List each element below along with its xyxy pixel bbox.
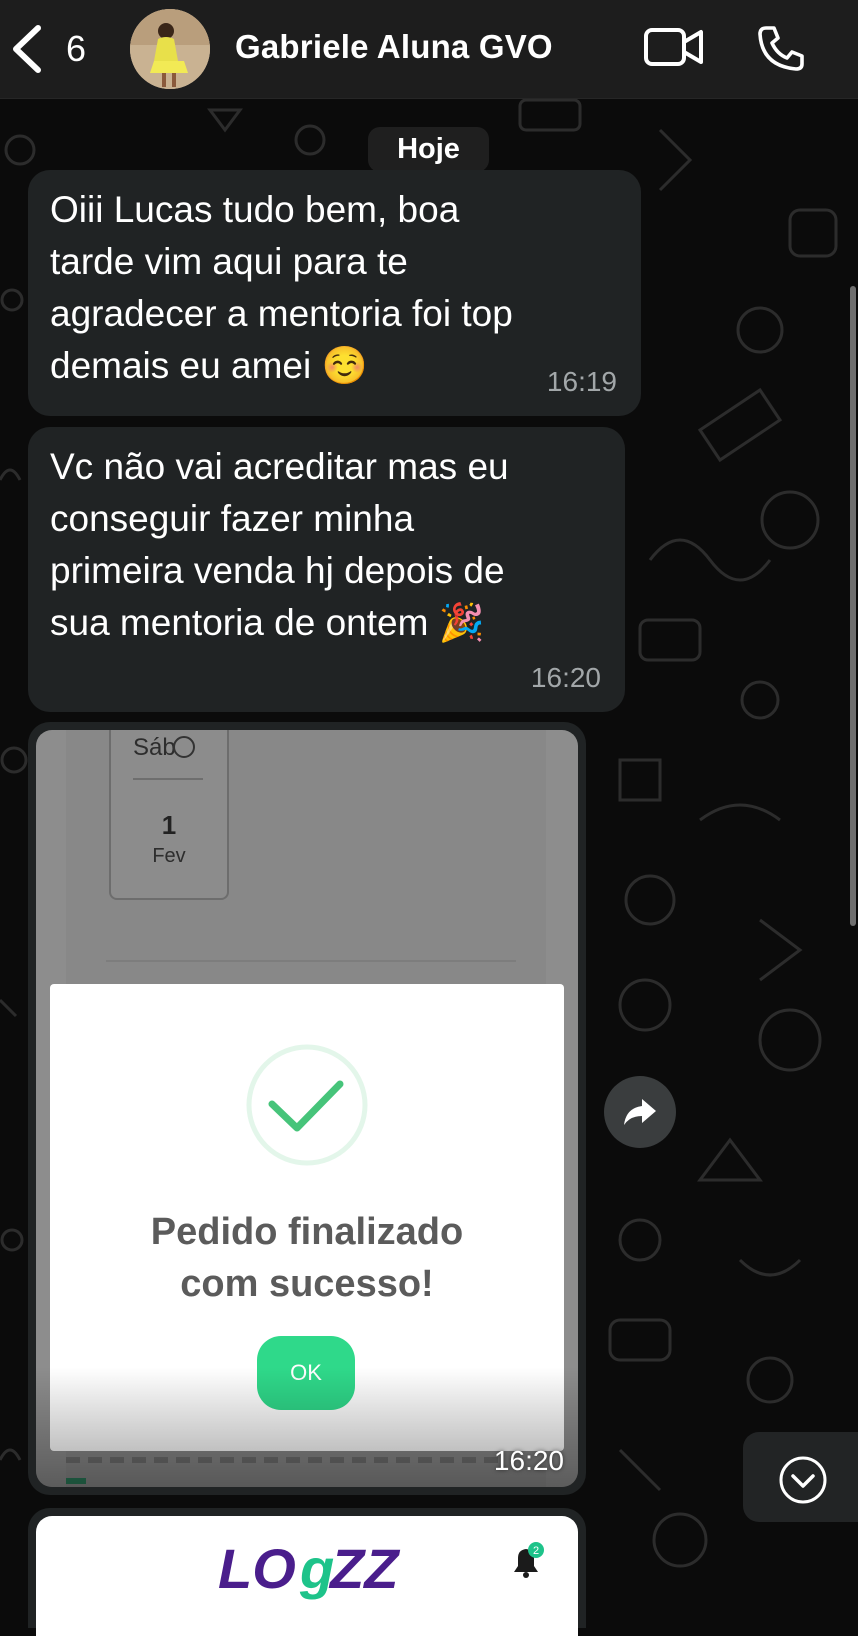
message-time: 16:20 [530,662,601,693]
image-attachment[interactable]: LO g ZZ 2 [36,1516,578,1636]
chevron-left-icon [13,25,41,73]
radio-icon [173,736,195,758]
message-time: 16:19 [546,366,617,397]
modal-title: Pedido finalizado com sucesso! [150,1211,464,1305]
message-time: 16:20 [493,1445,564,1476]
image-message[interactable]: Sáb 1 Fev Pedido finalizado com sucesso!… [28,722,586,1495]
message-text: Oiii Lucas tudo bem, boa tarde vim aqui … [50,189,513,386]
svg-text:ZZ: ZZ [328,1537,400,1600]
avatar[interactable] [130,9,210,89]
back-button[interactable]: 6 [10,22,120,76]
unread-count: 6 [66,28,87,69]
message-bubble[interactable]: Vc não vai acreditar mas eu conseguir fa… [28,427,625,712]
bell-icon: 2 [514,1542,544,1578]
svg-text:g: g [299,1537,334,1600]
chevron-down-icon [779,1456,827,1504]
forward-icon [624,1099,656,1125]
video-call-icon[interactable] [643,24,705,72]
message-bubble[interactable]: Oiii Lucas tudo bem, boa tarde vim aqui … [28,170,641,416]
day-card: Sáb 1 Fev [109,730,229,900]
forward-button[interactable] [604,1076,676,1148]
date-chip: Hoje [368,127,489,172]
svg-text:2: 2 [533,1545,539,1557]
contact-name[interactable]: Gabriele Aluna GVO [235,28,553,66]
image-attachment[interactable]: Sáb 1 Fev Pedido finalizado com sucesso!… [36,730,578,1487]
message-text: Vc não vai acreditar mas eu conseguir fa… [50,446,509,643]
chat-header: 6 Gabriele Aluna GVO [0,0,858,99]
scroll-to-bottom-button[interactable] [743,1432,858,1522]
scrollbar[interactable] [850,286,856,926]
svg-text:LO: LO [218,1537,296,1600]
check-circle-icon [246,1044,368,1166]
image-message[interactable]: LO g ZZ 2 [28,1508,586,1636]
phone-icon[interactable] [756,24,806,72]
logzz-logo: LO g ZZ [218,1537,400,1600]
